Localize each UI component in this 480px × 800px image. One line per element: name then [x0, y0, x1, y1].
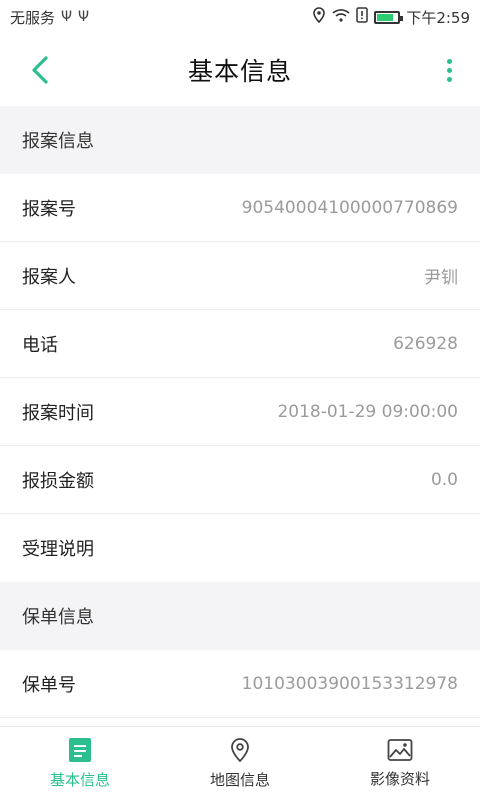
more-vertical-icon-dot: [446, 67, 452, 73]
document-icon: [69, 738, 91, 762]
row-value: 0.0: [430, 469, 458, 490]
row-label: 电话: [22, 334, 58, 356]
row-report-number: 报案号 90540004100000770869: [0, 174, 480, 242]
row-value: 10103003900153312978: [241, 673, 458, 694]
sim-alert-icon: [356, 7, 369, 27]
row-reporter: 报案人 尹钏: [0, 242, 480, 310]
image-icon: [387, 739, 413, 761]
row-value: 626928: [393, 333, 458, 354]
row-phone: 电话 626928: [0, 310, 480, 378]
status-bar: 无服务 Ψ Ψ 下午2:59: [0, 0, 480, 34]
navbar: 基本信息: [0, 34, 480, 106]
row-label: 报案人: [22, 266, 76, 288]
wifi-icon: [332, 8, 350, 26]
tab-bar: 基本信息 地图信息 影像资料: [0, 726, 480, 800]
row-loss-amount: 报损金额 0.0: [0, 446, 480, 514]
status-right: 下午2:59: [312, 7, 470, 28]
location-icon: [312, 7, 326, 27]
status-left: 无服务 Ψ Ψ: [10, 7, 89, 28]
more-button[interactable]: [436, 52, 462, 88]
map-pin-icon: [231, 738, 249, 763]
row-label: 报案号: [22, 198, 76, 220]
usb-icon-secondary: Ψ: [78, 9, 90, 25]
tab-label: 地图信息: [209, 771, 270, 789]
row-label: 受理说明: [22, 539, 94, 560]
tab-label: 基本信息: [49, 771, 110, 789]
row-value: 尹钏: [424, 268, 458, 288]
row-value: 90540004100000770869: [241, 197, 458, 218]
chevron-left-icon: [32, 56, 48, 84]
row-policy-number: 保单号 10103003900153312978: [0, 650, 480, 718]
page-title: 基本信息: [187, 57, 292, 86]
tab-image-data[interactable]: 影像资料: [320, 727, 480, 800]
section-header-report: 报案信息: [0, 106, 480, 174]
more-vertical-icon: [446, 58, 452, 64]
row-label: 报案时间: [22, 402, 94, 424]
tab-map-info[interactable]: 地图信息: [160, 727, 320, 800]
status-time: 下午2:59: [406, 8, 470, 27]
row-label: 保单号: [22, 674, 76, 696]
row-value: 2018-01-29 09:00:00: [277, 401, 458, 422]
carrier-text: 无服务: [10, 8, 56, 27]
row-acceptance-note: 受理说明: [0, 514, 480, 582]
battery-fill: [377, 13, 393, 21]
battery-icon: [374, 10, 404, 24]
row-label: 报损金额: [22, 470, 94, 492]
content-list[interactable]: 报案信息 报案号 90540004100000770869 报案人 尹钏 电话 …: [0, 106, 480, 726]
section-header-policy: 保单信息: [0, 582, 480, 650]
row-report-time: 报案时间 2018-01-29 09:00:00: [0, 378, 480, 446]
more-vertical-icon-dot: [446, 76, 452, 82]
tab-label: 影像资料: [369, 770, 430, 788]
back-button[interactable]: [22, 52, 58, 88]
usb-icon: Ψ: [61, 9, 73, 25]
tab-basic-info[interactable]: 基本信息: [0, 727, 160, 800]
